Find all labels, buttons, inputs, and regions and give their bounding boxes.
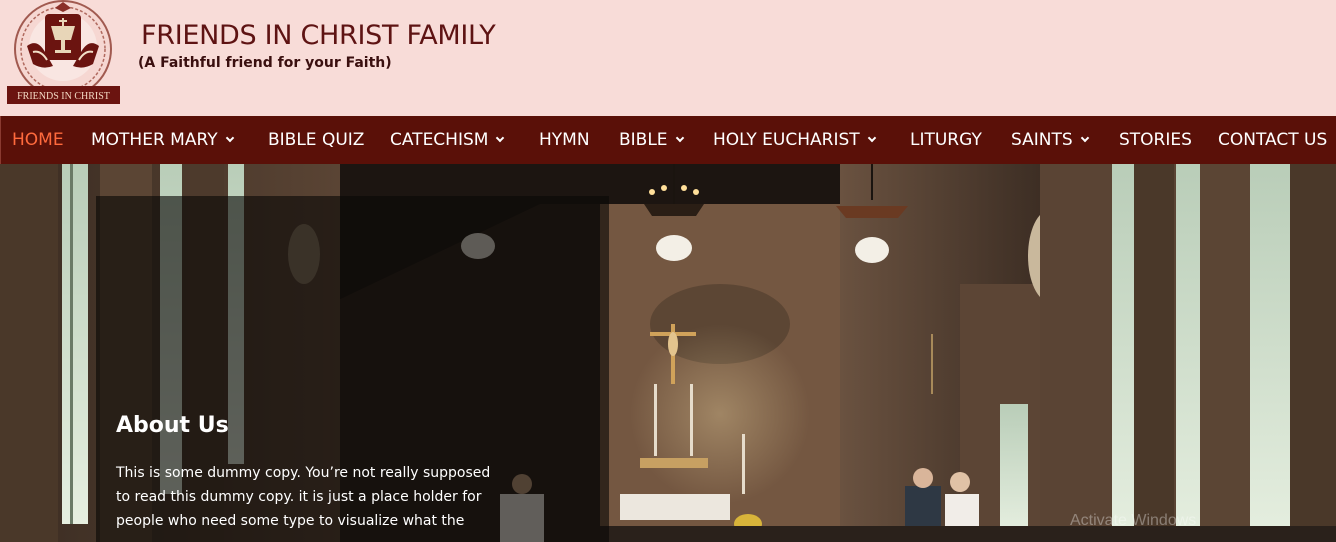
chevron-down-icon bbox=[867, 133, 876, 143]
nav-item-mother-mary[interactable]: MOTHER MARY bbox=[91, 116, 234, 164]
logo-text: FRIENDS IN CHRIST bbox=[17, 91, 110, 102]
nav-item-bible-quiz[interactable]: BIBLE QUIZ bbox=[268, 116, 364, 164]
nav-item-label: HYMN bbox=[539, 130, 590, 150]
nav-item-liturgy[interactable]: LITURGY bbox=[910, 116, 982, 164]
chevron-down-icon bbox=[225, 133, 234, 143]
site-logo[interactable]: FRIENDS IN CHRIST bbox=[7, 0, 120, 106]
nav-item-label: CATECHISM bbox=[390, 130, 489, 150]
about-text-line: people who need some type to visualize w… bbox=[116, 513, 465, 529]
nav-item-hymn[interactable]: HYMN bbox=[539, 116, 590, 164]
nav-item-holy-eucharist[interactable]: HOLY EUCHARIST bbox=[713, 116, 876, 164]
nav-item-contact-us[interactable]: CONTACT US bbox=[1218, 116, 1327, 164]
nav-item-label: BIBLE QUIZ bbox=[268, 130, 365, 150]
nav-item-home[interactable]: HOME bbox=[12, 116, 64, 164]
nav-item-catechism[interactable]: CATECHISM bbox=[390, 116, 505, 164]
about-text-line: to read this dummy copy. it is just a pl… bbox=[116, 489, 482, 505]
nav-item-saints[interactable]: SAINTS bbox=[1011, 116, 1089, 164]
nav-item-label: HOME bbox=[12, 130, 64, 150]
nav-item-label: LITURGY bbox=[910, 130, 982, 150]
nav-item-label: CONTACT US bbox=[1218, 130, 1328, 150]
about-text: This is some dummy copy. You’re not real… bbox=[116, 461, 516, 533]
chevron-down-icon bbox=[1080, 133, 1089, 143]
nav-item-label: MOTHER MARY bbox=[91, 130, 218, 150]
site-header: FRIENDS IN CHRIST FRIENDS IN CHRIST FAMI… bbox=[0, 0, 1336, 116]
nav-item-bible[interactable]: BIBLE bbox=[619, 116, 684, 164]
site-title[interactable]: FRIENDS IN CHRIST FAMILY bbox=[141, 20, 496, 51]
about-title: About Us bbox=[116, 413, 229, 438]
site-tagline: (A Faithful friend for your Faith) bbox=[138, 55, 392, 71]
about-text-line: This is some dummy copy. You’re not real… bbox=[116, 465, 491, 481]
main-nav: HOME MOTHER MARY BIBLE QUIZ CATECHISM HY… bbox=[0, 116, 1336, 164]
nav-item-label: SAINTS bbox=[1011, 130, 1073, 150]
nav-item-label: STORIES bbox=[1119, 130, 1192, 150]
chevron-down-icon bbox=[675, 133, 684, 143]
nav-item-stories[interactable]: STORIES bbox=[1119, 116, 1192, 164]
nav-item-label: HOLY EUCHARIST bbox=[713, 130, 860, 150]
activate-windows-watermark: Activate Windows bbox=[1070, 512, 1197, 529]
chevron-down-icon bbox=[496, 133, 505, 143]
nav-item-label: BIBLE bbox=[619, 130, 668, 150]
